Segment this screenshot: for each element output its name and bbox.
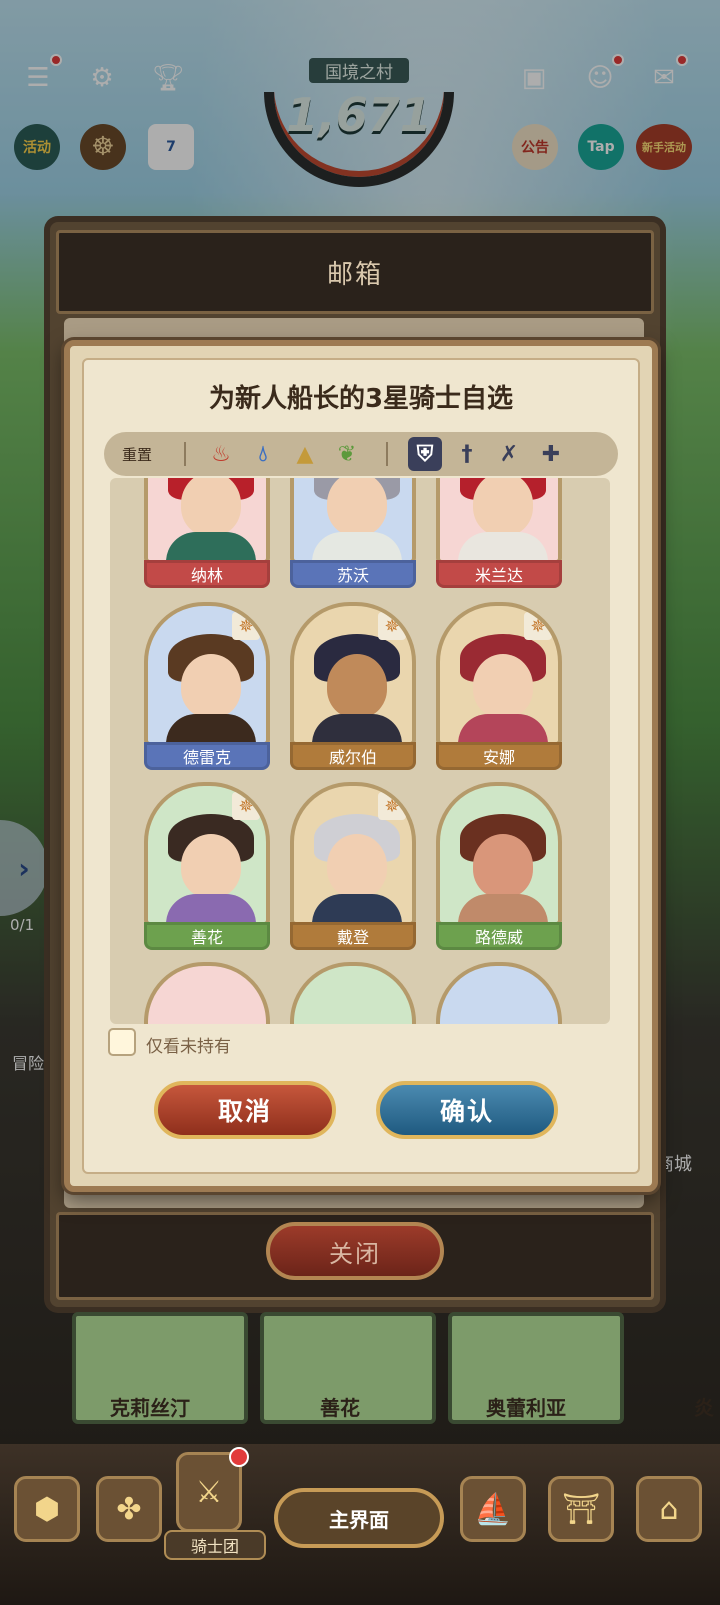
knight-card[interactable]: ✵ 戴登 — [290, 782, 416, 950]
knight-card[interactable]: ✵ 善花 — [144, 782, 270, 950]
compass-badge-icon: ✵ — [378, 792, 406, 820]
reset-button[interactable]: 重置 — [122, 444, 152, 465]
knight-portrait — [144, 478, 270, 564]
ship-icon[interactable]: ⛵ — [460, 1476, 526, 1542]
knight-portrait — [290, 962, 416, 1024]
only-unowned-checkbox[interactable] — [108, 1028, 136, 1056]
knight-portrait: ✵ — [290, 782, 416, 926]
knights-banner-icon[interactable]: ⚔ — [176, 1447, 249, 1532]
dialog-title: 为新人船长的3星骑士自选 — [208, 384, 514, 414]
knight-card[interactable]: ✵ 安娜 — [436, 602, 562, 770]
water-element-icon[interactable]: 💧︎ — [246, 437, 280, 471]
knight-name: 米兰达 — [436, 560, 562, 588]
shield-class-icon[interactable]: ⛨ — [408, 437, 442, 471]
knight-card[interactable]: 苏沃 — [290, 478, 416, 588]
featured-knight-name: 奥蕾利亚 — [486, 1396, 566, 1420]
mailbox-title: 邮箱 — [56, 230, 654, 314]
main-screen-button[interactable]: 主界面 — [274, 1488, 444, 1548]
portrait-face — [473, 478, 533, 536]
portrait-face — [473, 834, 533, 898]
compass-badge-icon: ✵ — [232, 792, 260, 820]
portrait-face — [327, 834, 387, 898]
knight-name: 善花 — [144, 922, 270, 950]
knights-tab[interactable]: 骑士团 — [164, 1530, 266, 1560]
compass-badge-icon: ✵ — [524, 612, 552, 640]
propeller-icon[interactable]: ✤ — [96, 1476, 162, 1542]
close-button[interactable]: 关闭 — [266, 1222, 444, 1280]
knight-portrait: ✵ — [290, 602, 416, 746]
knight-portrait: ✵ — [436, 602, 562, 746]
healer-class-icon[interactable]: ✚ — [534, 437, 568, 471]
knight-card[interactable]: 纳林 — [144, 478, 270, 588]
cancel-button[interactable]: 取消 — [154, 1081, 336, 1139]
knight-name: 路德威 — [436, 922, 562, 950]
portrait-face — [327, 654, 387, 718]
knight-name: 苏沃 — [290, 560, 416, 588]
knight-name: 威尔伯 — [290, 742, 416, 770]
compass-badge-icon: ✵ — [378, 612, 406, 640]
portrait-face — [181, 654, 241, 718]
divider — [184, 442, 186, 466]
knight-card[interactable] — [436, 962, 562, 1024]
only-unowned-label: 仅看未持有 — [146, 1037, 231, 1057]
knight-portrait — [144, 962, 270, 1024]
knight-name: 戴登 — [290, 922, 416, 950]
portrait-face — [327, 478, 387, 536]
knight-portrait — [436, 478, 562, 564]
knight-card[interactable] — [144, 962, 270, 1024]
filter-bar: 重置 ♨ 💧︎ ▲ ❦ ⛨ † ✗ ✚ — [104, 432, 618, 476]
confirm-button[interactable]: 确认 — [376, 1081, 558, 1139]
compass-badge-icon: ✵ — [232, 612, 260, 640]
notification-dot — [229, 1447, 249, 1467]
knight-portrait — [290, 478, 416, 564]
featured-knight-name: 善花 — [320, 1396, 360, 1420]
divider — [386, 442, 388, 466]
knight-card[interactable]: 路德威 — [436, 782, 562, 950]
portrait-face — [181, 834, 241, 898]
knight-grid[interactable]: 纳林 苏沃 米兰达 ✵ 德雷克 ✵ 威尔伯 ✵ 安娜 ✵ 善花 ✵ 戴登 路德威 — [110, 478, 610, 1024]
knight-portrait: ✵ — [144, 602, 270, 746]
earth-element-icon[interactable]: ▲ — [288, 437, 322, 471]
knight-card[interactable] — [290, 962, 416, 1024]
featured-knight-name: 克莉丝汀 — [110, 1396, 190, 1420]
knight-portrait — [436, 782, 562, 926]
knight-card[interactable]: ✵ 德雷克 — [144, 602, 270, 770]
knight-chooser-dialog: 为新人船长的3星骑士自选 重置 ♨ 💧︎ ▲ ❦ ⛨ † ✗ ✚ 纳林 苏沃 米… — [64, 340, 658, 1192]
knight-card[interactable]: 米兰达 — [436, 478, 562, 588]
portrait-face — [473, 654, 533, 718]
bow-class-icon[interactable]: ✗ — [492, 437, 526, 471]
knight-card[interactable]: ✵ 威尔伯 — [290, 602, 416, 770]
knight-portrait — [436, 962, 562, 1024]
gate-icon[interactable]: ⛩ — [548, 1476, 614, 1542]
wind-element-icon[interactable]: ❦ — [330, 437, 364, 471]
guild-icon[interactable]: ⬢ — [14, 1476, 80, 1542]
fire-element-icon[interactable]: ♨ — [204, 437, 238, 471]
knight-name: 德雷克 — [144, 742, 270, 770]
sword-class-icon[interactable]: † — [450, 437, 484, 471]
featured-knight-name: 炎 — [694, 1396, 714, 1420]
knight-portrait: ✵ — [144, 782, 270, 926]
portrait-face — [181, 478, 241, 536]
shop-icon[interactable]: ⌂ — [636, 1476, 702, 1542]
knight-name: 纳林 — [144, 560, 270, 588]
knight-name: 安娜 — [436, 742, 562, 770]
